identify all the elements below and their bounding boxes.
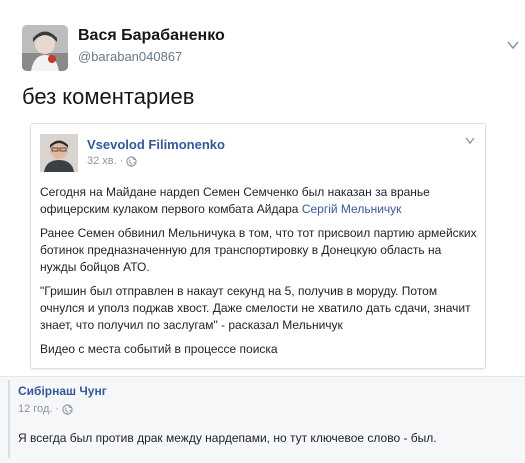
comment-author-name[interactable]: Сибірнаш Чунг [18,384,107,398]
globe-icon [126,155,138,167]
tweet-author-avatar[interactable] [22,25,68,71]
comment-meta: 12 год. · [18,403,73,415]
comment-text: Я всегда был против драк между нардепами… [18,431,437,445]
post-paragraph: Сегодня на Майдане нардеп Семен Семченко… [40,185,430,216]
globe-icon [62,403,73,415]
meta-separator: · [119,155,124,167]
chevron-down-icon[interactable] [465,137,475,145]
chevron-down-icon[interactable] [507,40,519,50]
tweet-author-name[interactable]: Вася Барабаненко [78,27,225,45]
post-body: Сегодня на Майдане нардеп Семен Семченко… [40,184,480,365]
post-timestamp[interactable]: 32 хв. [87,155,117,167]
post-meta: 32 хв. · [87,155,138,167]
post-author-avatar[interactable] [40,134,78,172]
mentioned-user-link[interactable]: Сергій Мельничук [302,202,402,216]
embedded-facebook-post[interactable]: Vsevolod Filimonenko 32 хв. · Сегодня на… [30,123,486,369]
comment: Сибірнаш Чунг 12 год. · Я всегда был про… [8,376,517,463]
post-paragraph: "Гришин был отправлен в накаут секунд на… [40,284,471,332]
tweet-text: без коментариев [22,84,195,109]
tweet-card: Вася Барабаненко @baraban040867 без коме… [0,0,525,377]
comment-divider [8,380,10,458]
post-paragraph: Видео с места событий в процессе поиска [40,342,278,356]
comment-timestamp[interactable]: 12 год. [18,403,52,415]
post-author-name[interactable]: Vsevolod Filimonenko [87,137,225,152]
meta-separator: · [55,403,60,415]
post-paragraph: Ранее Семен обвинил Мельничука в том, чт… [40,226,477,274]
tweet-author-handle[interactable]: @baraban040867 [78,49,182,64]
